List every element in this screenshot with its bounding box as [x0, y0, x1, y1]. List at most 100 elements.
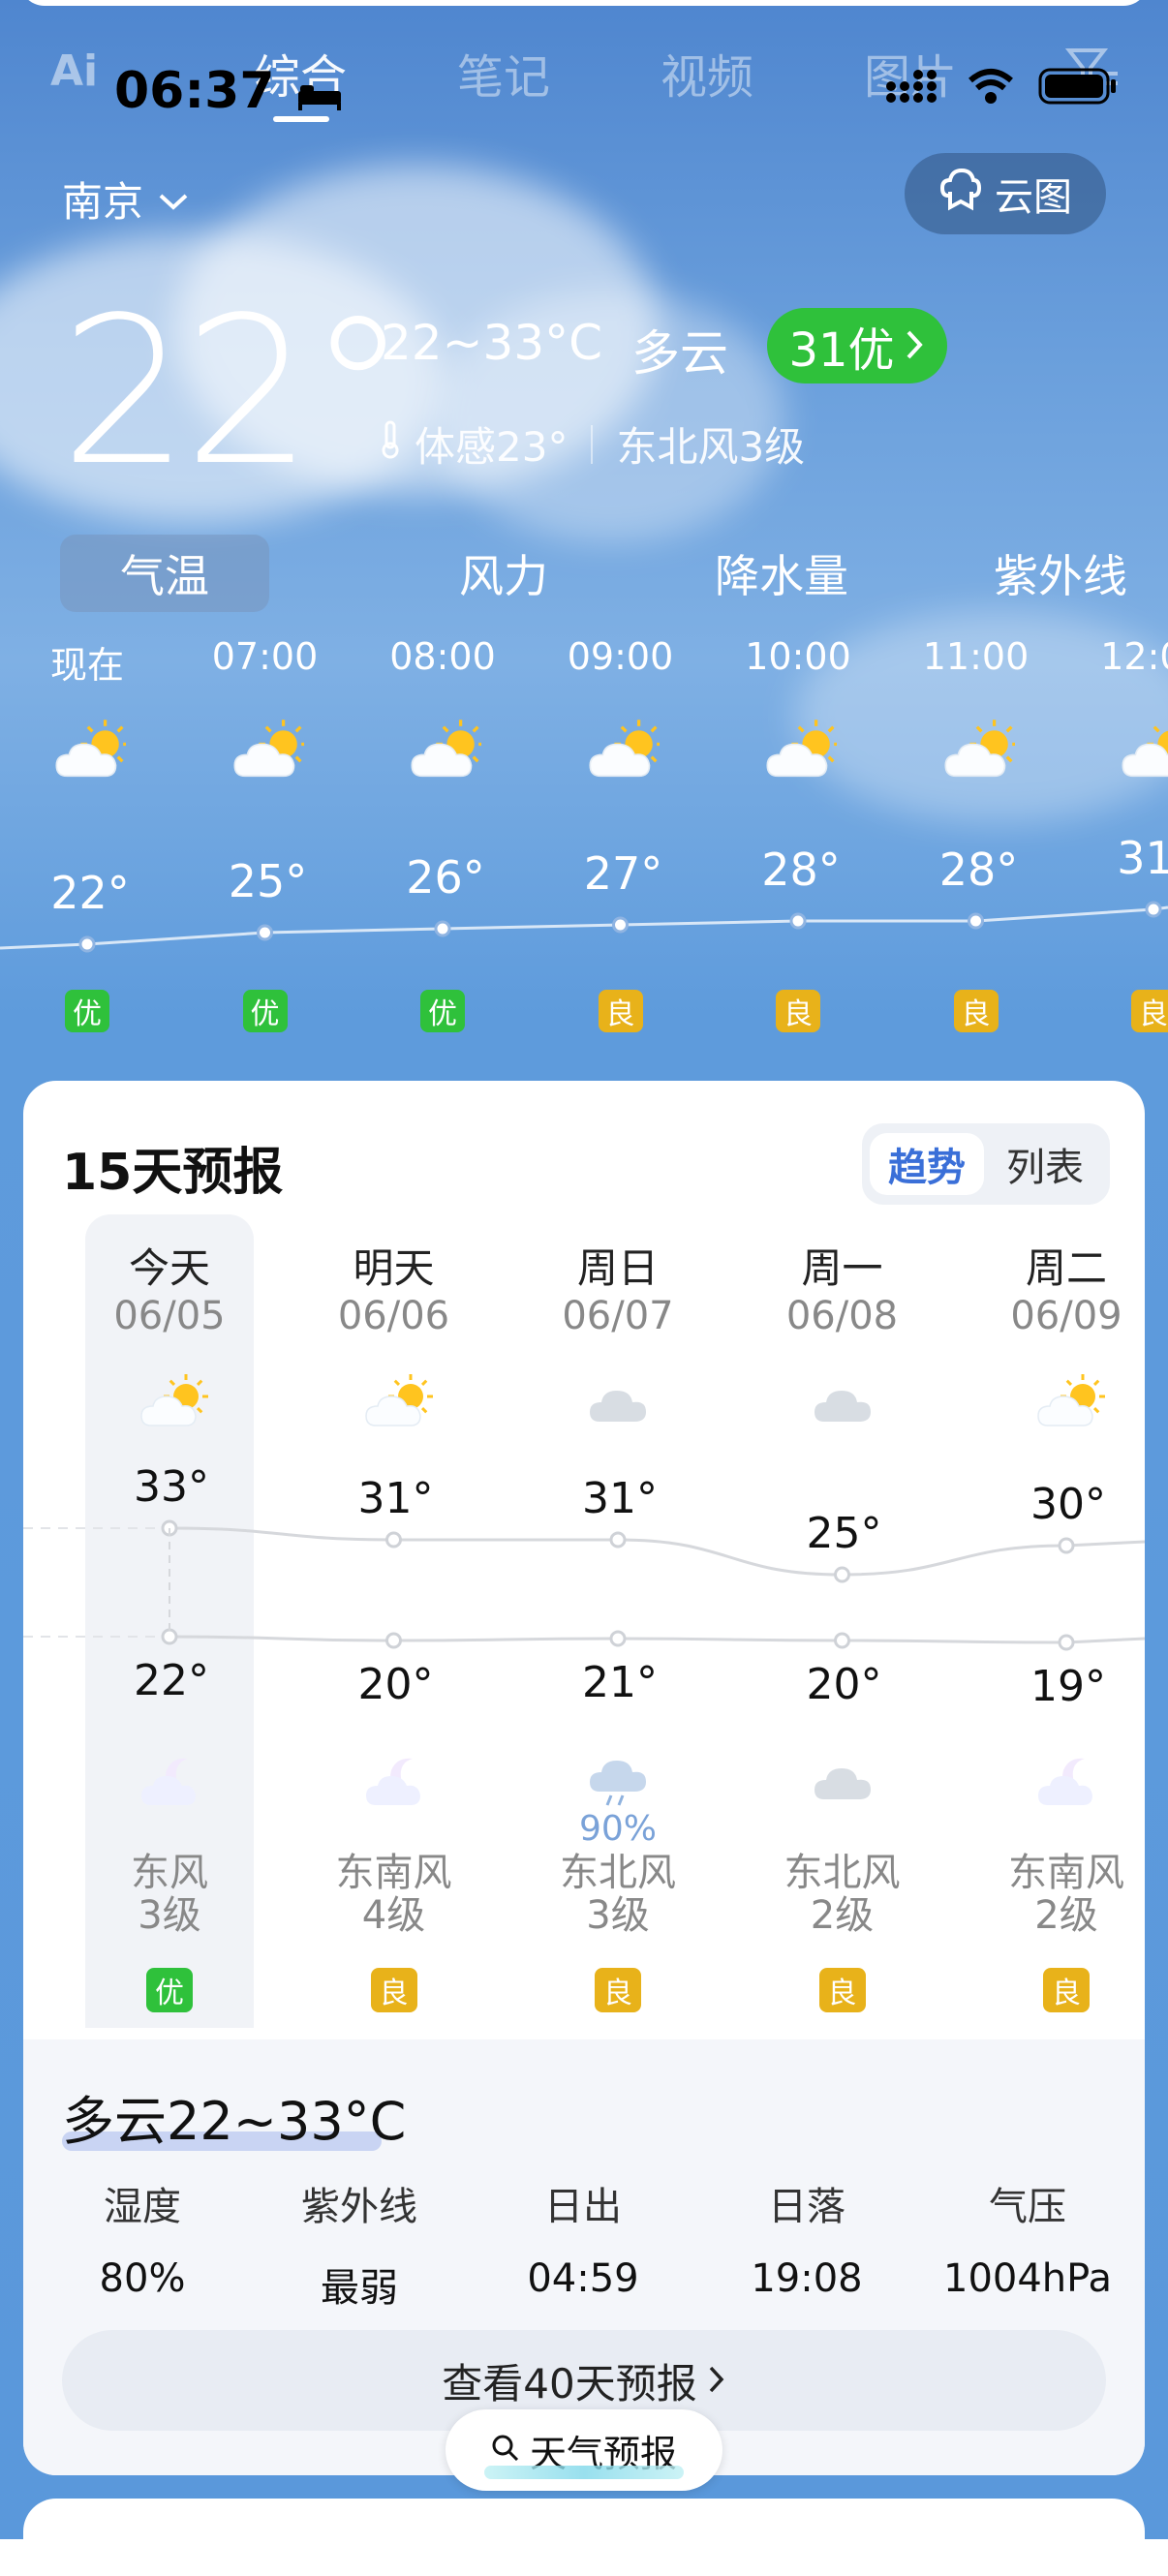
day-low-temp: 20° [806, 1660, 882, 1709]
weather-search-chip[interactable]: 天气预报 [446, 2409, 722, 2491]
wind-level: 2级 [810, 1893, 875, 1938]
sun-cloud-icon [355, 1371, 433, 1433]
tab-precipitation[interactable]: 降水量 [677, 535, 886, 612]
wind-level: 4级 [361, 1893, 426, 1938]
day-low-temp: 22° [134, 1656, 209, 1705]
hour-aqi-badge: 优 [242, 990, 288, 1032]
stat-value: 最弱 [321, 2266, 398, 2311]
hour-temp: 25° [228, 855, 308, 907]
stat-value: 19:08 [751, 2256, 863, 2301]
sun-cloud-icon [404, 717, 485, 784]
wind-direction: 东南风 [1008, 1851, 1124, 1895]
status-icons [885, 66, 1118, 110]
day-label: 明天 [353, 1244, 435, 1292]
sun-cloud-icon [937, 717, 1019, 784]
aqi-badge[interactable]: 31优 [767, 308, 947, 383]
day-label: 周一 [801, 1244, 883, 1292]
moon-cloud-icon [1028, 1749, 1105, 1811]
hour-time: 现在 [49, 644, 124, 687]
cellular-signal-icon [885, 67, 943, 109]
stat-value: 1004hPa [943, 2256, 1112, 2301]
day-high-temp: 25° [806, 1509, 882, 1558]
day-wind: 东北风 2级 [746, 1852, 939, 1937]
stat-label: 紫外线 [301, 2185, 417, 2229]
day-low-temp: 21° [582, 1658, 658, 1707]
day-date: 06/05 [113, 1294, 226, 1338]
next-card-edge [23, 2499, 1145, 2576]
tab-wind[interactable]: 风力 [399, 535, 608, 612]
hourly-point [789, 912, 807, 930]
wifi-icon [967, 67, 1015, 109]
search-bar-edge [19, 0, 1149, 6]
stat-value: 80% [99, 2256, 186, 2301]
tab-uv[interactable]: 紫外线 [956, 535, 1165, 612]
stat-label: 气压 [989, 2185, 1066, 2229]
hour-time: 12:00 [1100, 635, 1168, 678]
ai-logo: Ai [50, 46, 99, 96]
hour-aqi-badge: 优 [65, 990, 109, 1032]
wind-direction: 东风 [131, 1851, 208, 1895]
day-date: 06/07 [562, 1294, 674, 1338]
city-name: 南京 [62, 178, 144, 226]
current-condition: 多云 [631, 325, 728, 382]
hourly-point [1145, 901, 1162, 918]
hour-time: 09:00 [567, 635, 674, 678]
rain-cloud-icon [579, 1749, 657, 1811]
day-aqi-badge: 良 [1043, 1968, 1090, 2012]
sleep-mode-icon [296, 65, 343, 123]
aqi-value: 31优 [788, 323, 895, 378]
tab-temperature[interactable]: 气温 [60, 535, 269, 612]
stat-value: 04:59 [527, 2256, 639, 2301]
forty-day-label: 查看40天预报 [442, 2359, 697, 2407]
humidity-stat: 湿度 80% [31, 2175, 254, 2301]
metric-tabs: 气温 风力 降水量 紫外线 [60, 535, 1145, 612]
day-date: 06/06 [337, 1294, 450, 1338]
hourly-line-path [0, 905, 1168, 950]
pressure-stat: 气压 1004hPa [916, 2175, 1139, 2301]
city-selector[interactable]: 南京 [62, 169, 190, 229]
hour-temp: 31° [1117, 832, 1168, 884]
sun-cloud-icon [759, 717, 841, 784]
chevron-right-icon [707, 2357, 726, 2405]
chevron-right-icon [905, 319, 926, 373]
uv-stat: 紫外线 最弱 [248, 2175, 471, 2313]
day-wind: 东南风 4级 [297, 1852, 491, 1937]
hour-aqi-badge: 良 [953, 990, 999, 1032]
sun-cloud-icon [131, 1371, 208, 1433]
summary-title: 多云22~33°C [62, 2078, 406, 2155]
cloud-map-button[interactable]: 云图 [905, 153, 1106, 234]
hour-time: 10:00 [745, 635, 851, 678]
moon-cloud-icon [131, 1749, 208, 1811]
day-label: 周二 [1025, 1244, 1107, 1292]
chevron-down-icon [157, 175, 190, 223]
cloud-icon [579, 1371, 657, 1433]
wind-level: 3级 [138, 1893, 201, 1938]
wind-direction: 东北风 [560, 1851, 676, 1895]
hour-temp: 26° [406, 851, 485, 904]
hourly-point [434, 920, 451, 937]
hour-temp: 28° [761, 843, 841, 896]
day-wind: 东南风 2级 [969, 1852, 1145, 1937]
hourly-temperature-line [0, 901, 1168, 953]
day-aqi-badge: 良 [818, 1968, 866, 2012]
sun-cloud-icon [48, 717, 130, 784]
day-aqi-badge: 良 [370, 1968, 417, 2012]
day-aqi-badge: 优 [146, 1968, 193, 2012]
precip-chance: 90% [578, 1809, 657, 1849]
thermometer-icon [380, 420, 401, 469]
day-high-temp: 33° [134, 1462, 209, 1512]
hour-aqi-badge: 良 [598, 990, 643, 1032]
tab-notes[interactable]: 笔记 [457, 39, 550, 107]
wind-level: 3级 [586, 1893, 650, 1938]
hour-time: 07:00 [211, 635, 319, 678]
stat-label: 日落 [768, 2185, 845, 2229]
hour-temp: 27° [583, 847, 663, 900]
day-label: 今天 [128, 1244, 210, 1292]
current-temperature: 22° [60, 273, 409, 510]
tab-videos[interactable]: 视频 [661, 39, 753, 107]
summary-title-text: 多云22~33°C [62, 2091, 407, 2152]
current-wind: 东北风3级 [616, 423, 806, 471]
cloud-icon [804, 1371, 881, 1433]
hour-aqi-badge: 优 [420, 990, 465, 1032]
hourly-point [257, 924, 273, 941]
